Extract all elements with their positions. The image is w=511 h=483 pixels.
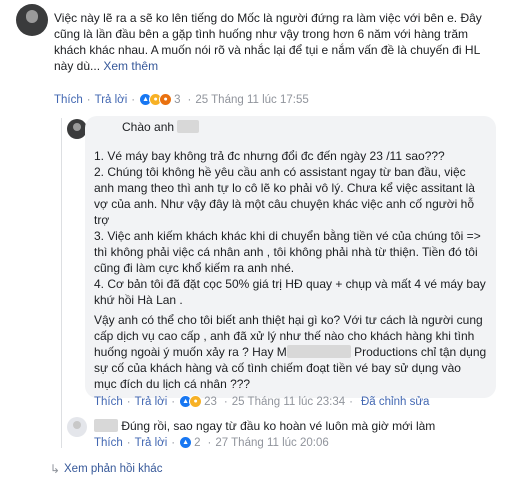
like-icon: ▲ <box>179 436 193 449</box>
reply-actions: Thích · Trả lời · ▲ ● 23 · 25 Tháng 11 l… <box>94 395 430 408</box>
reply-button[interactable]: Trả lời <box>95 94 128 106</box>
see-more-link[interactable]: Xem thêm <box>103 59 158 73</box>
reply-points: 1. Vé máy bay không trả đc nhưng đổi đc … <box>94 148 494 308</box>
reaction-stack[interactable]: ▲ ● ● 3 <box>139 93 181 106</box>
point-line: 1. Vé máy bay không trả đc nhưng đổi đc … <box>94 149 445 163</box>
closing-line: Vậy anh có thể cho tôi biết anh thiệt hạ… <box>94 313 483 327</box>
redacted-name <box>94 419 118 432</box>
point-line: 2. Chúng tôi không hề yêu cầu anh có ass… <box>94 165 466 179</box>
like-button[interactable]: Thích <box>94 437 123 449</box>
closing-line: mục đích du lịch cá nhân ??? <box>94 377 251 391</box>
comment-line: Đúng rồi, sao ngay từ đầu ko hoàn vé luô… <box>121 419 436 433</box>
reaction-count: 23 <box>204 395 217 408</box>
point-line: 3. Việc anh kiếm khách khác khi di chuyể… <box>94 229 481 243</box>
reaction-count: 3 <box>174 93 181 106</box>
reaction-stack[interactable]: ▲ 2 <box>179 436 201 449</box>
closing-line: sự cố của khách hàng và cố tình chiếm đo… <box>94 361 461 375</box>
avatar[interactable] <box>67 417 87 437</box>
timestamp[interactable]: 27 Tháng 11 lúc 20:06 <box>215 437 328 449</box>
reply-closing: Vậy anh có thể cho tôi biết anh thiệt hạ… <box>94 312 494 392</box>
thread-line <box>61 118 62 448</box>
more-replies-link[interactable]: Xem phản hồi khác <box>64 463 162 475</box>
point-line: thì không phải việc cá nhân anh , tôi kh… <box>94 245 478 259</box>
timestamp[interactable]: 25 Tháng 11 lúc 23:34 <box>232 396 345 408</box>
point-line: trợ <box>94 213 110 227</box>
closing-line: Productions chỉ tận dụng <box>350 345 487 359</box>
avatar[interactable] <box>67 119 87 139</box>
comment-line: Việc này lẽ ra a sẽ ko lên tiếng do Mốc … <box>54 11 482 25</box>
comment-body: Việc này lẽ ra a sẽ ko lên tiếng do Mốc … <box>54 10 504 74</box>
comment-actions: Thích · Trả lời · ▲ ● ● 3 · 25 Tháng 11 … <box>54 93 309 106</box>
point-line: khứ hồi Hà Lan . <box>94 293 183 307</box>
point-line: vợ của anh. Như vậy đây là một câu chuyệ… <box>94 197 475 211</box>
closing-line: huống ngoài ý muốn xảy ra ? Hay M <box>94 345 287 359</box>
reply-body: Chào anh <box>94 119 494 135</box>
edited-link[interactable]: Đã chỉnh sửa <box>361 396 429 408</box>
comment-line: cũng là lần đầu bên a gặp tình huống như… <box>54 27 469 41</box>
greeting: Chào anh <box>122 120 175 134</box>
reaction-count: 2 <box>194 436 201 449</box>
haha-icon: ● <box>189 395 203 408</box>
redacted-company <box>286 345 351 358</box>
reply-actions: Thích · Trả lời · ▲ 2 · 27 Tháng 11 lúc … <box>94 436 329 449</box>
like-button[interactable]: Thích <box>94 396 123 408</box>
point-line: anh mang theo thì anh tự lo cô lẽ ko phả… <box>94 181 475 195</box>
point-line: cũng đi làm cực khổ kiếm ra anh nhé. <box>94 261 295 275</box>
comment-line: này dù... <box>54 59 101 73</box>
reply-button[interactable]: Trả lời <box>135 396 168 408</box>
comment-line: khách khác nhau. A muốn nói rõ và nhắc l… <box>54 43 481 57</box>
reply-button[interactable]: Trả lời <box>135 437 168 449</box>
closing-line: cấp dịch vụ cao cấp , anh đã xử lý như t… <box>94 329 475 343</box>
reply-arrow-icon: ↳ <box>50 462 61 476</box>
redacted-name <box>177 120 200 133</box>
avatar[interactable] <box>16 4 48 36</box>
angry-icon: ● <box>159 93 173 106</box>
point-line: 4. Cơ bản tôi đã đặt cọc 50% giá trị HĐ … <box>94 277 486 291</box>
reply-body: Đúng rồi, sao ngay từ đầu ko hoàn vé luô… <box>94 418 494 434</box>
reaction-stack[interactable]: ▲ ● 23 <box>179 395 217 408</box>
timestamp[interactable]: 25 Tháng 11 lúc 17:55 <box>195 94 308 106</box>
like-button[interactable]: Thích <box>54 94 83 106</box>
